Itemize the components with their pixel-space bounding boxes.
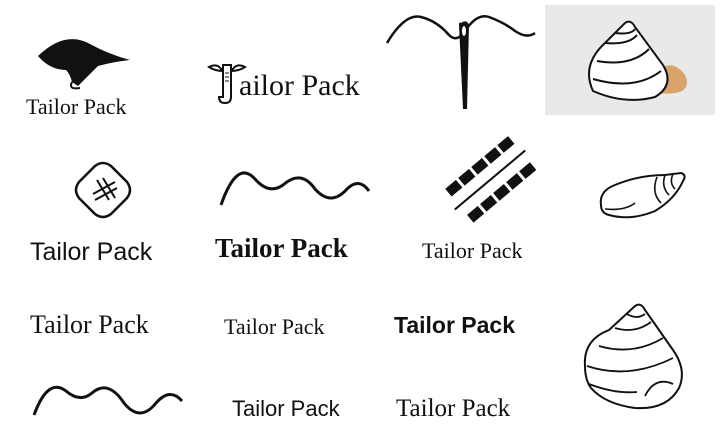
wordmark: Tailor Pack (394, 312, 516, 338)
snail-shell-icon (599, 171, 686, 219)
logo-option-wave-2 (30, 375, 190, 425)
wordmark: Tailor Pack (232, 396, 340, 421)
needle-and-thread-icon (385, 15, 536, 109)
logo-option-text-4: Tailor Pack (232, 396, 382, 426)
logo-option-text-3: Tailor Pack (394, 310, 554, 350)
spiral-shell-icon (583, 303, 683, 410)
snail-shell-icon (588, 20, 687, 101)
thread-wave-icon (219, 171, 371, 206)
diamond-hashtag-icon (74, 161, 132, 219)
logo-option-text-1: Tailor Pack (30, 310, 190, 350)
logo-option-needle (385, 5, 545, 115)
wordmark: Tailor Pack (26, 94, 127, 119)
logo-option-zipper: Tailor Pack (420, 136, 560, 270)
wordmark-rest: ailor Pack (239, 69, 360, 102)
logo-option-hat: Tailor Pack (20, 30, 180, 130)
hat-leaf-icon (38, 39, 130, 90)
logo-option-snail (595, 165, 695, 235)
wordmark: Tailor Pack (396, 395, 511, 422)
logo-option-text-5: Tailor Pack (396, 394, 556, 428)
logo-option-t-glyph: ailor Pack (205, 55, 385, 115)
zipper-stitch-icon (445, 136, 537, 223)
wordmark: Tailor Pack (215, 233, 348, 263)
logo-option-text-2: Tailor Pack (224, 312, 374, 352)
logo-option-wave: Tailor Pack (215, 165, 390, 275)
logo-option-spiral-shell (575, 300, 705, 420)
wordmark: Tailor Pack (30, 238, 153, 266)
thread-wave-icon (32, 385, 184, 416)
shell-photo-image (545, 5, 715, 115)
wordmark: Tailor Pack (224, 314, 325, 339)
logo-option-diamond: Tailor Pack (25, 160, 185, 270)
wordmark: Tailor Pack (422, 238, 523, 263)
wordmark: Tailor Pack (30, 310, 149, 339)
